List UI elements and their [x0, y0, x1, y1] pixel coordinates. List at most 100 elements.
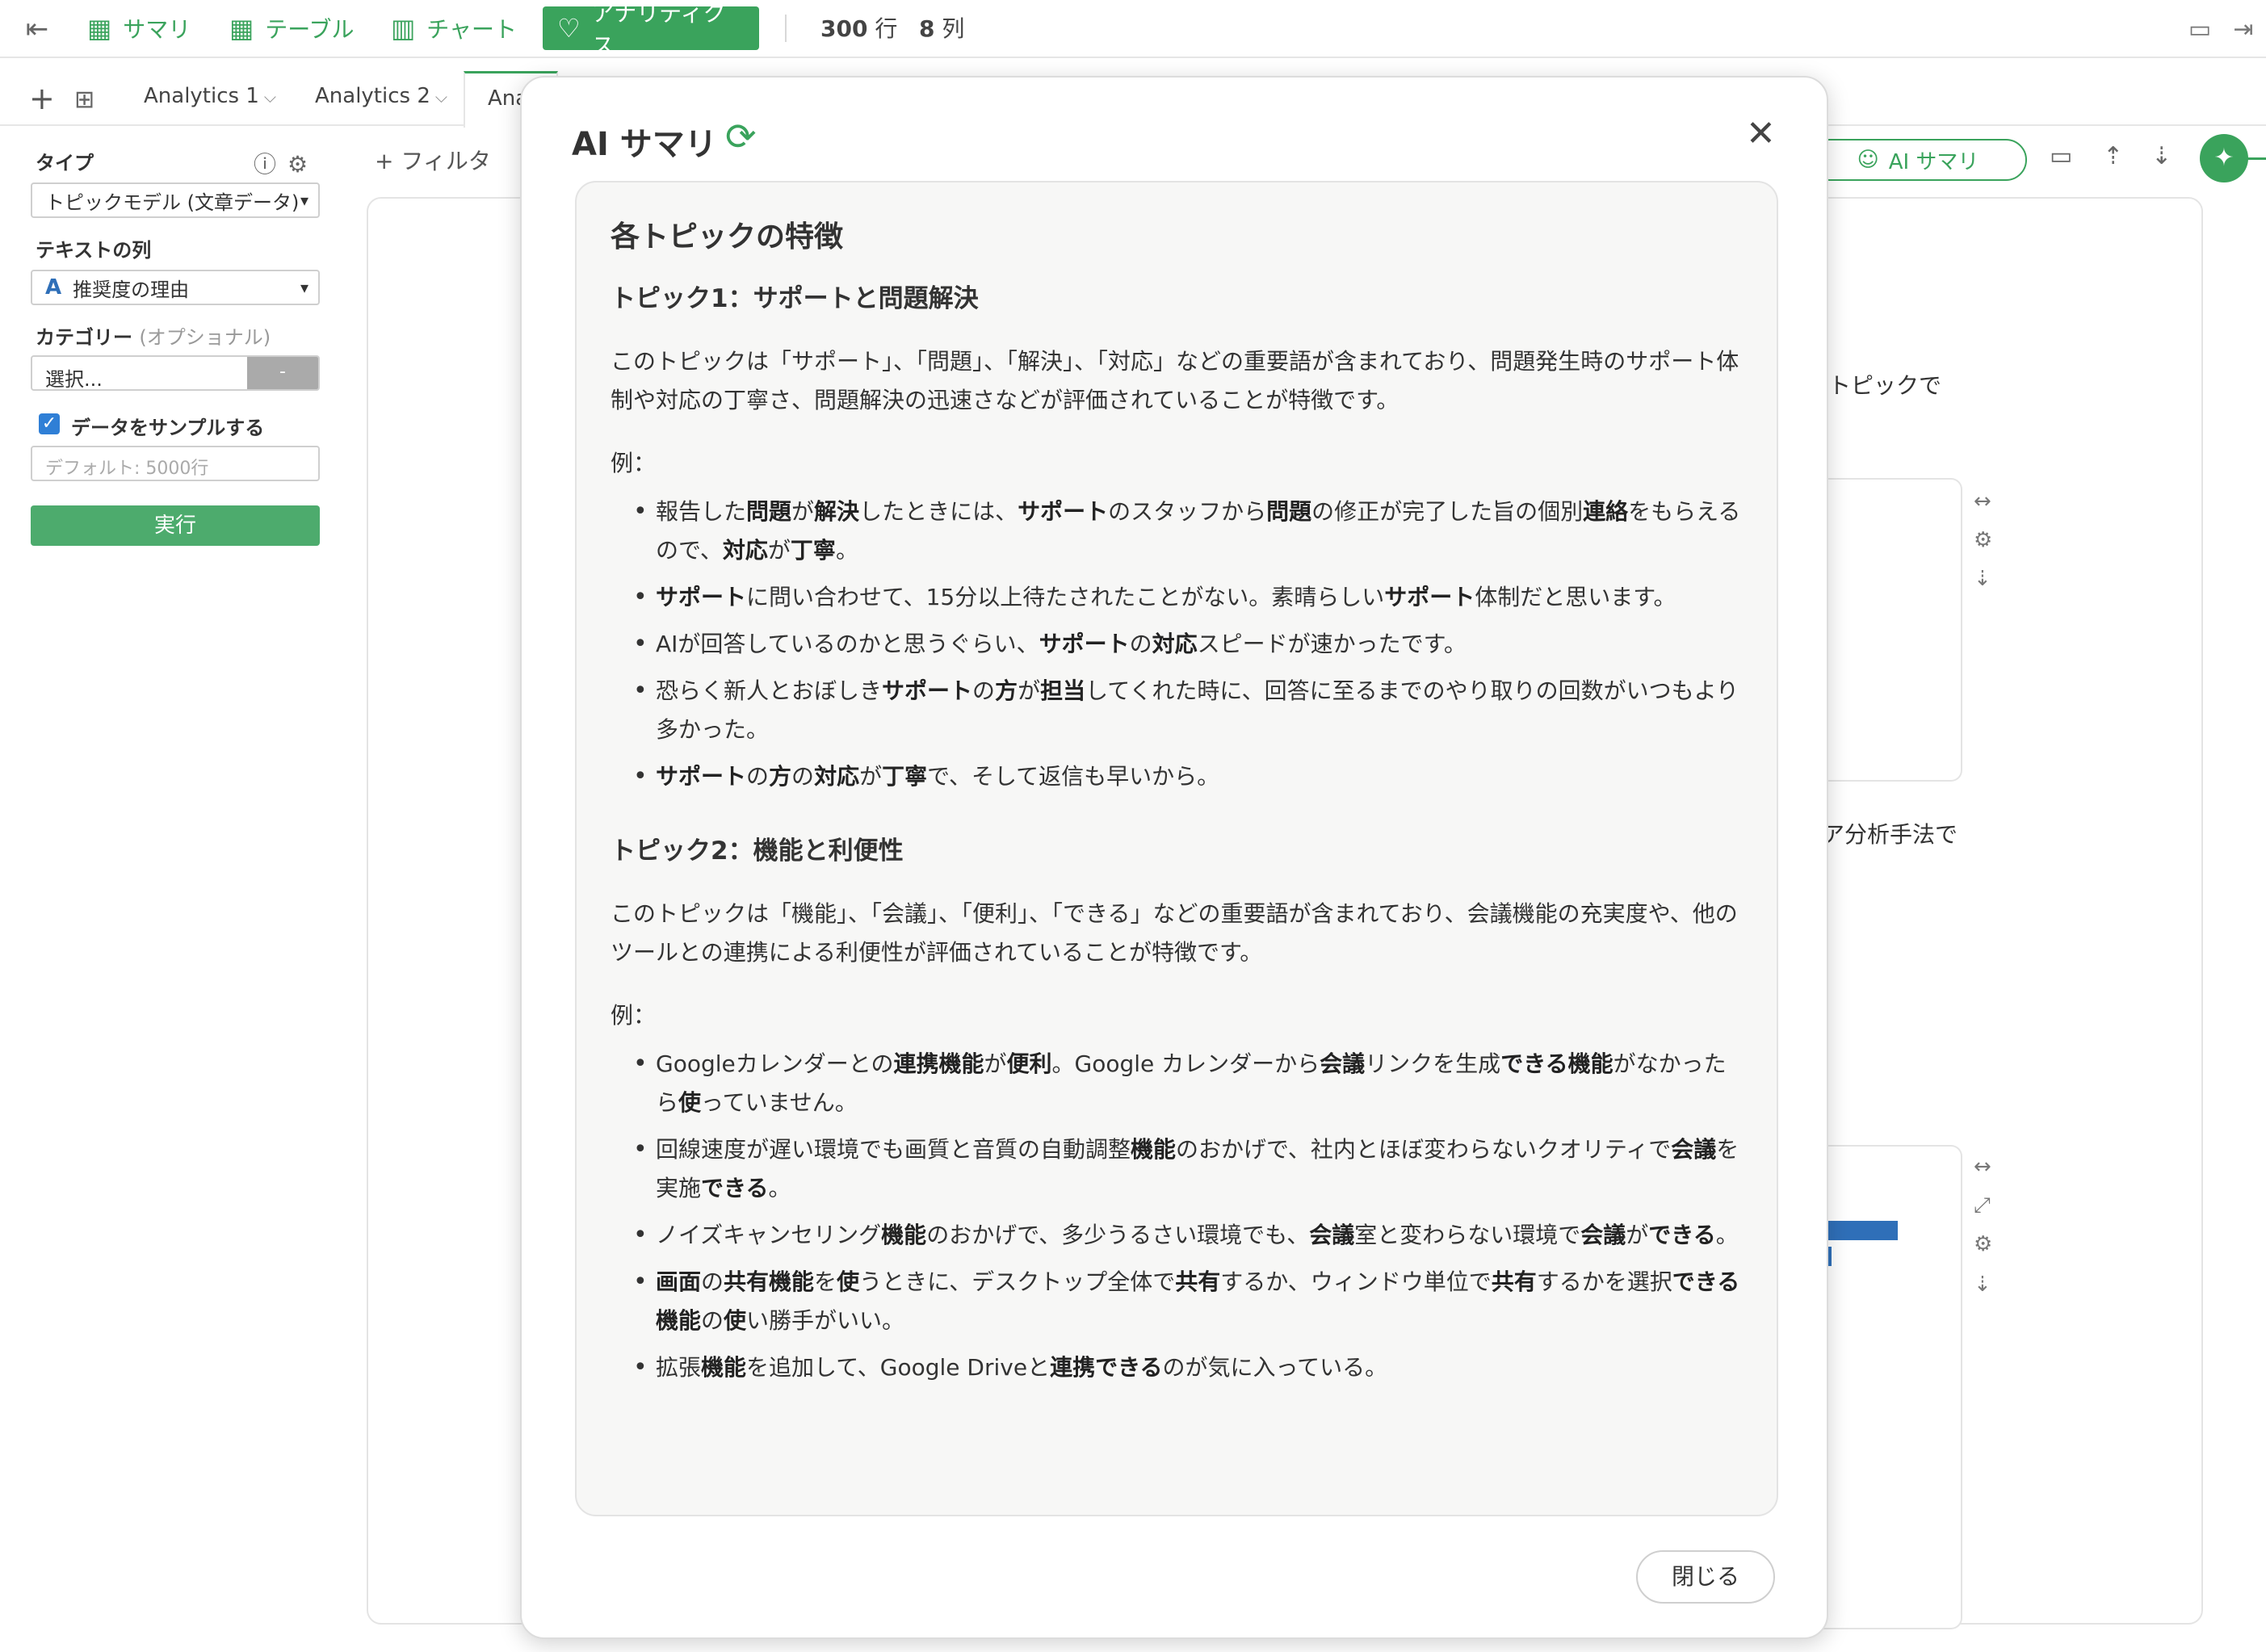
keyword-text: 会議 [1580, 1222, 1626, 1248]
tab-analytics[interactable]: ♡ アナリティクス [543, 0, 759, 59]
example-item: ノイズキャンセリング機能のおかげで、多少うるさい環境でも、会議室と変わらない環境… [633, 1216, 1744, 1255]
sample-checkbox[interactable]: ✓ [39, 413, 60, 434]
keyword-text: 連携機能 [893, 1050, 984, 1077]
tab-table[interactable]: ▦ テーブル [215, 6, 369, 50]
example-text: 体制だと思います。 [1475, 584, 1676, 610]
keyword-text: 使 [724, 1307, 747, 1334]
download-icon[interactable]: ⇣ [1974, 567, 1991, 591]
download-icon[interactable]: ⇣ [1974, 1273, 1991, 1297]
example-item: 恐らく新人とおぼしきサポートの方が担当してくれた時に、回答に至るまでのやり取りの… [633, 672, 1744, 749]
filter-button[interactable]: + フィルタ [375, 144, 491, 176]
examples-list: 報告した問題が解決したときには、サポートのスタッフから問題の修正が完了した旨の個… [611, 493, 1744, 796]
keyword-text: サポート [656, 763, 747, 790]
example-text: 。 [835, 537, 858, 564]
sample-size-input[interactable]: デフォルト: 5000行 [31, 446, 320, 481]
type-select[interactable]: トピックモデル (文章データ) ▾ [31, 182, 320, 218]
keyword-text: できる機能 [1500, 1050, 1613, 1077]
keyword-text: 解決 [814, 498, 860, 525]
example-text: が [984, 1050, 1007, 1077]
close-button[interactable]: 閉じる [1636, 1550, 1775, 1604]
fullscreen-icon[interactable]: ⤢ [1974, 1193, 1991, 1218]
help-icon[interactable]: ⓘ [254, 151, 287, 178]
keyword-text: 丁寧 [790, 537, 836, 564]
example-item: AIが回答しているのかと思うぐらい、サポートの対応スピードが速かったです。 [633, 625, 1744, 664]
refresh-icon[interactable]: ⟳ [725, 115, 757, 158]
example-text: が [767, 537, 791, 564]
analytics-tab-2[interactable]: Analytics 2 ⌵ [315, 84, 447, 108]
keyword-text: 対応 [1152, 631, 1198, 657]
examples-label: 例： [611, 450, 657, 476]
category-select[interactable]: 選択... - [31, 355, 320, 391]
topic-description: このトピックは「機能」、「会議」、「便利」、「できる」などの重要語が含まれており… [611, 900, 1738, 966]
keyword-text: サポート [882, 677, 973, 704]
example-text: っていません。 [701, 1089, 858, 1116]
summary-heading: 各トピックの特徴 [611, 220, 844, 254]
chart-bar [1827, 1221, 1898, 1240]
gear-icon[interactable]: ⚙ [1974, 1232, 1992, 1256]
text-column-select[interactable]: A 推奨度の理由 ▾ [31, 270, 320, 305]
example-text: のが気に入っている。 [1162, 1354, 1388, 1381]
expand-width-icon[interactable]: ↔ [1974, 489, 1991, 514]
tab-table-label: テーブル [265, 16, 355, 43]
keyword-text: 共有機能 [724, 1268, 815, 1295]
keyword-text: 使 [678, 1089, 702, 1116]
close-icon[interactable]: ✕ [1746, 113, 1776, 154]
table-icon: ▦ [87, 13, 112, 44]
chevron-down-icon: ⌵ [434, 87, 448, 107]
example-text: うときに、デスクトップ全体で [859, 1268, 1176, 1295]
keyword-text: できる [701, 1175, 769, 1201]
example-text: の [701, 1268, 724, 1295]
tab-chart[interactable]: ▥ チャート [376, 6, 531, 50]
example-item: Googleカレンダーとの連携機能が便利。Google カレンダーから会議リンク… [633, 1045, 1744, 1122]
example-text: スピードが速かったです。 [1197, 631, 1467, 657]
tab-list-icon[interactable]: ⊞ [74, 86, 94, 114]
tab-summary[interactable]: ▦ サマリ [73, 6, 205, 50]
category-clear-button[interactable]: - [247, 357, 318, 389]
example-text: が [1626, 1222, 1649, 1248]
example-text: 報告した [656, 498, 747, 525]
ai-summary-button[interactable]: ☺ AI サマリ [1809, 139, 2027, 181]
expand-width-icon[interactable]: ↔ [1974, 1155, 1991, 1179]
analytics-tab-1[interactable]: Analytics 1 ⌵ [144, 84, 276, 108]
collapse-right-icon[interactable]: ⇥ [2226, 11, 2261, 47]
keyword-text: 会議 [1320, 1050, 1366, 1077]
example-text: を [814, 1268, 837, 1295]
row-count: 300 行 [820, 15, 898, 42]
chevron-down-icon: ⌵ [263, 87, 277, 107]
text-column-value: 推奨度の理由 [73, 278, 190, 301]
keyword-text: サポート [1384, 584, 1475, 610]
keyword-text: 便利 [1006, 1050, 1052, 1077]
example-text: Googleカレンダーとの [656, 1050, 894, 1077]
example-text: 。 [1715, 1222, 1739, 1248]
pin-icon[interactable]: ✦ [2200, 134, 2248, 182]
keyword-text: 担当 [1040, 677, 1086, 704]
example-text: リンクを生成 [1365, 1050, 1501, 1077]
keyword-text: 連絡 [1583, 498, 1629, 525]
example-text: 。 [768, 1175, 791, 1201]
example-text: に問い合わせて、15分以上待たされたことがない。素晴らしい [746, 584, 1385, 610]
example-text: のおかげで、多少うるさい環境でも、 [926, 1222, 1310, 1248]
text-type-icon: A [45, 275, 62, 300]
run-button[interactable]: 実行 [31, 505, 320, 546]
example-text: で、そして返信も早いから。 [927, 763, 1220, 790]
topic-description: このトピックは「サポート」、「問題」、「解決」、「対応」などの重要語が含まれてお… [611, 348, 1739, 413]
upload-icon[interactable]: ⇡ [2103, 142, 2123, 170]
gear-icon[interactable]: ⚙ [1974, 528, 1992, 552]
tab-analytics-label: アナリティクス [591, 0, 726, 59]
download-icon[interactable]: ⇣ [2151, 142, 2172, 170]
gear-icon[interactable]: ⚙ [287, 151, 319, 178]
comment-icon[interactable]: ▭ [2050, 142, 2072, 170]
comment-icon[interactable]: ▭ [2182, 11, 2218, 47]
column-count: 8 列 [919, 15, 965, 42]
example-text: が [1018, 677, 1041, 704]
example-text: を追加して、Google Driveと [746, 1354, 1051, 1381]
keyword-text: サポート [1039, 631, 1130, 657]
caret-down-icon: ▾ [300, 191, 308, 210]
keyword-text: できる [1648, 1222, 1716, 1248]
topic-title: トピック2：機能と利便性 [611, 836, 904, 866]
examples-list: Googleカレンダーとの連携機能が便利。Google カレンダーから会議リンク… [611, 1045, 1744, 1387]
collapse-left-icon[interactable]: ⇤ [21, 13, 53, 45]
add-tab-icon[interactable]: + [29, 81, 55, 116]
keyword-text: サポート [656, 584, 747, 610]
bar-chart-icon: ▥ [391, 13, 416, 44]
